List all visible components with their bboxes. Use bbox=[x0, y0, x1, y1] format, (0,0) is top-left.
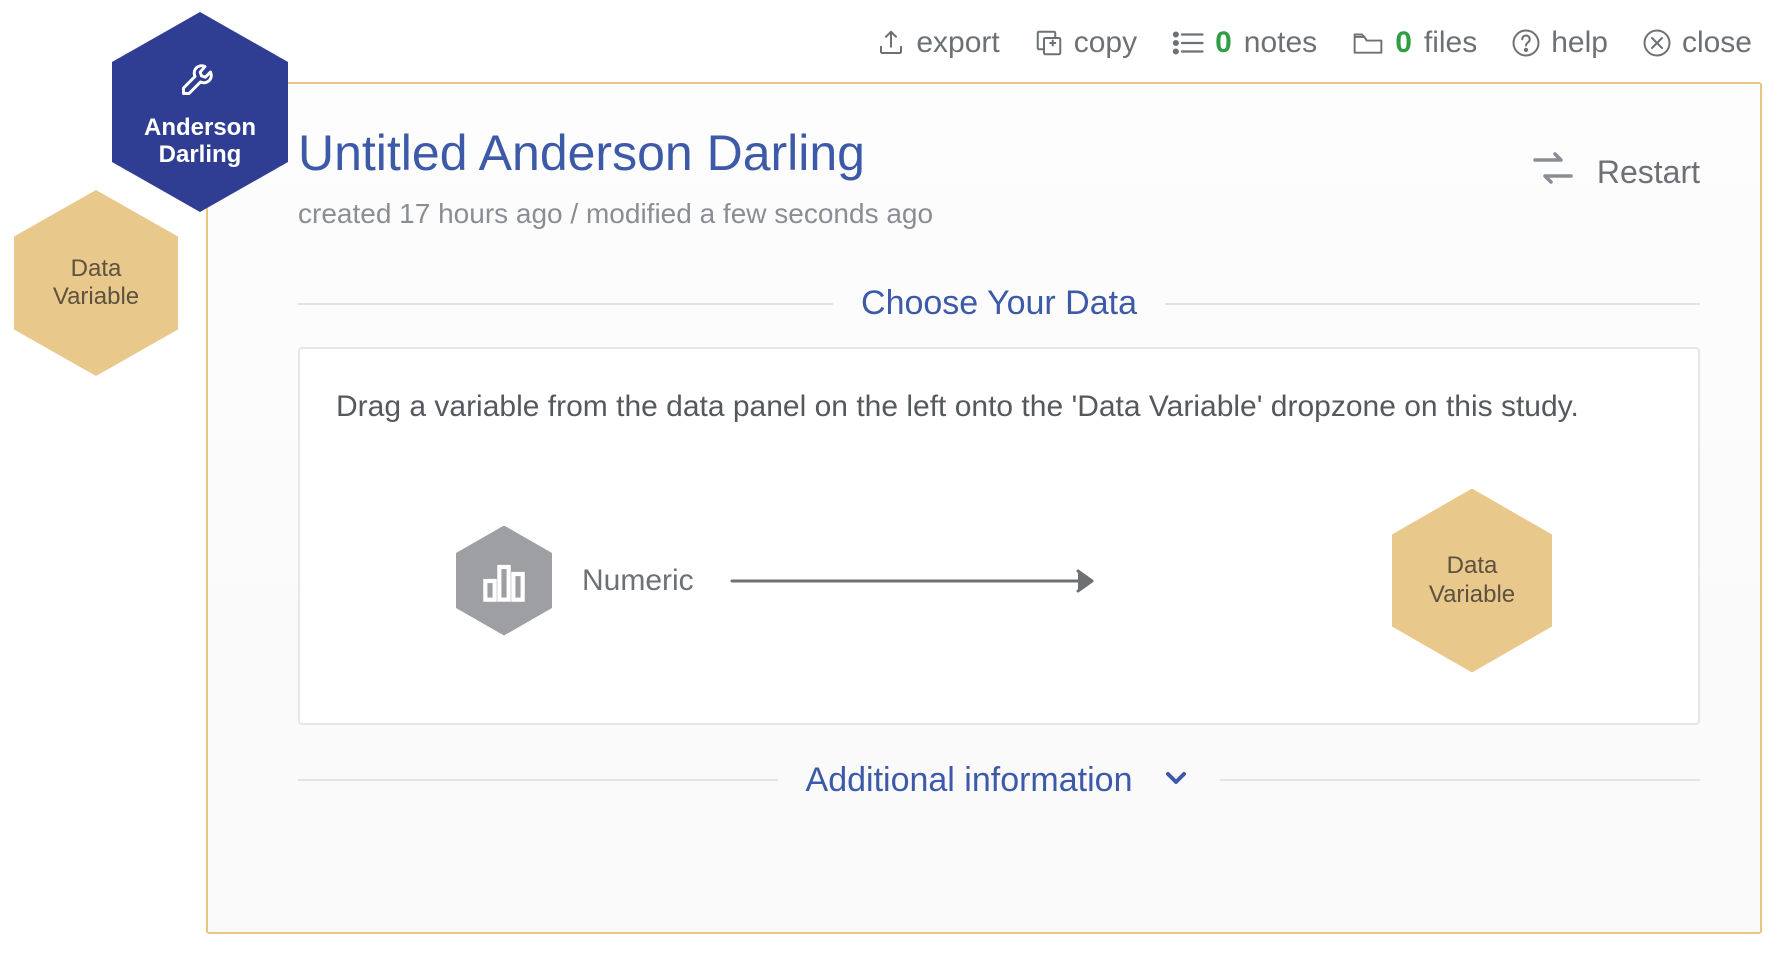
help-icon bbox=[1511, 28, 1541, 58]
files-button[interactable]: 0 files bbox=[1351, 26, 1477, 60]
dropzone-line2: Variable bbox=[1429, 581, 1515, 610]
instruction-text: Drag a variable from the data panel on t… bbox=[336, 385, 1662, 429]
choose-data-label: Choose Your Data bbox=[861, 284, 1137, 323]
copy-label: copy bbox=[1074, 26, 1137, 60]
notes-label: notes bbox=[1244, 26, 1317, 60]
source-variable: Numeric bbox=[456, 526, 694, 636]
export-label: export bbox=[916, 26, 999, 60]
study-panel: Untitled Anderson Darling created 17 hou… bbox=[206, 82, 1762, 934]
page-meta: created 17 hours ago / modified a few se… bbox=[298, 198, 1700, 230]
source-variable-label: Numeric bbox=[582, 564, 694, 598]
wrench-icon bbox=[178, 55, 222, 106]
export-button[interactable]: export bbox=[876, 26, 999, 60]
chevron-down-icon bbox=[1160, 762, 1192, 799]
top-toolbar: export copy 0 notes 0 files help bbox=[876, 26, 1752, 60]
divider-line bbox=[298, 303, 833, 305]
data-variable-line1: Data bbox=[71, 255, 122, 283]
dropzone-line1: Data bbox=[1429, 552, 1515, 581]
restart-label: Restart bbox=[1597, 154, 1700, 191]
export-icon bbox=[876, 28, 906, 58]
close-label: close bbox=[1682, 26, 1752, 60]
data-variable-badge[interactable]: Data Variable bbox=[14, 190, 178, 376]
divider-line bbox=[1220, 779, 1700, 781]
notes-count: 0 bbox=[1215, 26, 1232, 60]
flow-arrow-icon bbox=[730, 569, 1356, 593]
additional-info-label: Additional information bbox=[806, 761, 1133, 800]
choose-data-divider: Choose Your Data bbox=[298, 284, 1700, 323]
divider-line bbox=[1165, 303, 1700, 305]
data-variable-dropzone[interactable]: Data Variable bbox=[1392, 489, 1552, 673]
close-button[interactable]: close bbox=[1642, 26, 1752, 60]
additional-info-toggle[interactable]: Additional information bbox=[298, 761, 1700, 800]
help-button[interactable]: help bbox=[1511, 26, 1608, 60]
help-label: help bbox=[1551, 26, 1608, 60]
close-icon bbox=[1642, 28, 1672, 58]
restart-button[interactable]: Restart bbox=[1529, 144, 1700, 200]
numeric-variable-icon bbox=[456, 526, 552, 636]
data-variable-line2: Variable bbox=[53, 283, 139, 311]
restart-icon bbox=[1529, 144, 1577, 200]
choose-data-card: Drag a variable from the data panel on t… bbox=[298, 347, 1700, 725]
files-label: files bbox=[1424, 26, 1477, 60]
folder-icon bbox=[1351, 28, 1385, 58]
copy-button[interactable]: copy bbox=[1034, 26, 1137, 60]
divider-line bbox=[298, 779, 778, 781]
study-type-line2: Darling bbox=[159, 141, 242, 169]
drag-flow: Numeric Data Variable bbox=[336, 489, 1662, 673]
notes-icon bbox=[1171, 28, 1205, 58]
page-title: Untitled Anderson Darling bbox=[298, 124, 1700, 182]
files-count: 0 bbox=[1395, 26, 1412, 60]
notes-button[interactable]: 0 notes bbox=[1171, 26, 1317, 60]
copy-icon bbox=[1034, 28, 1064, 58]
study-type-line1: Anderson bbox=[144, 114, 256, 142]
